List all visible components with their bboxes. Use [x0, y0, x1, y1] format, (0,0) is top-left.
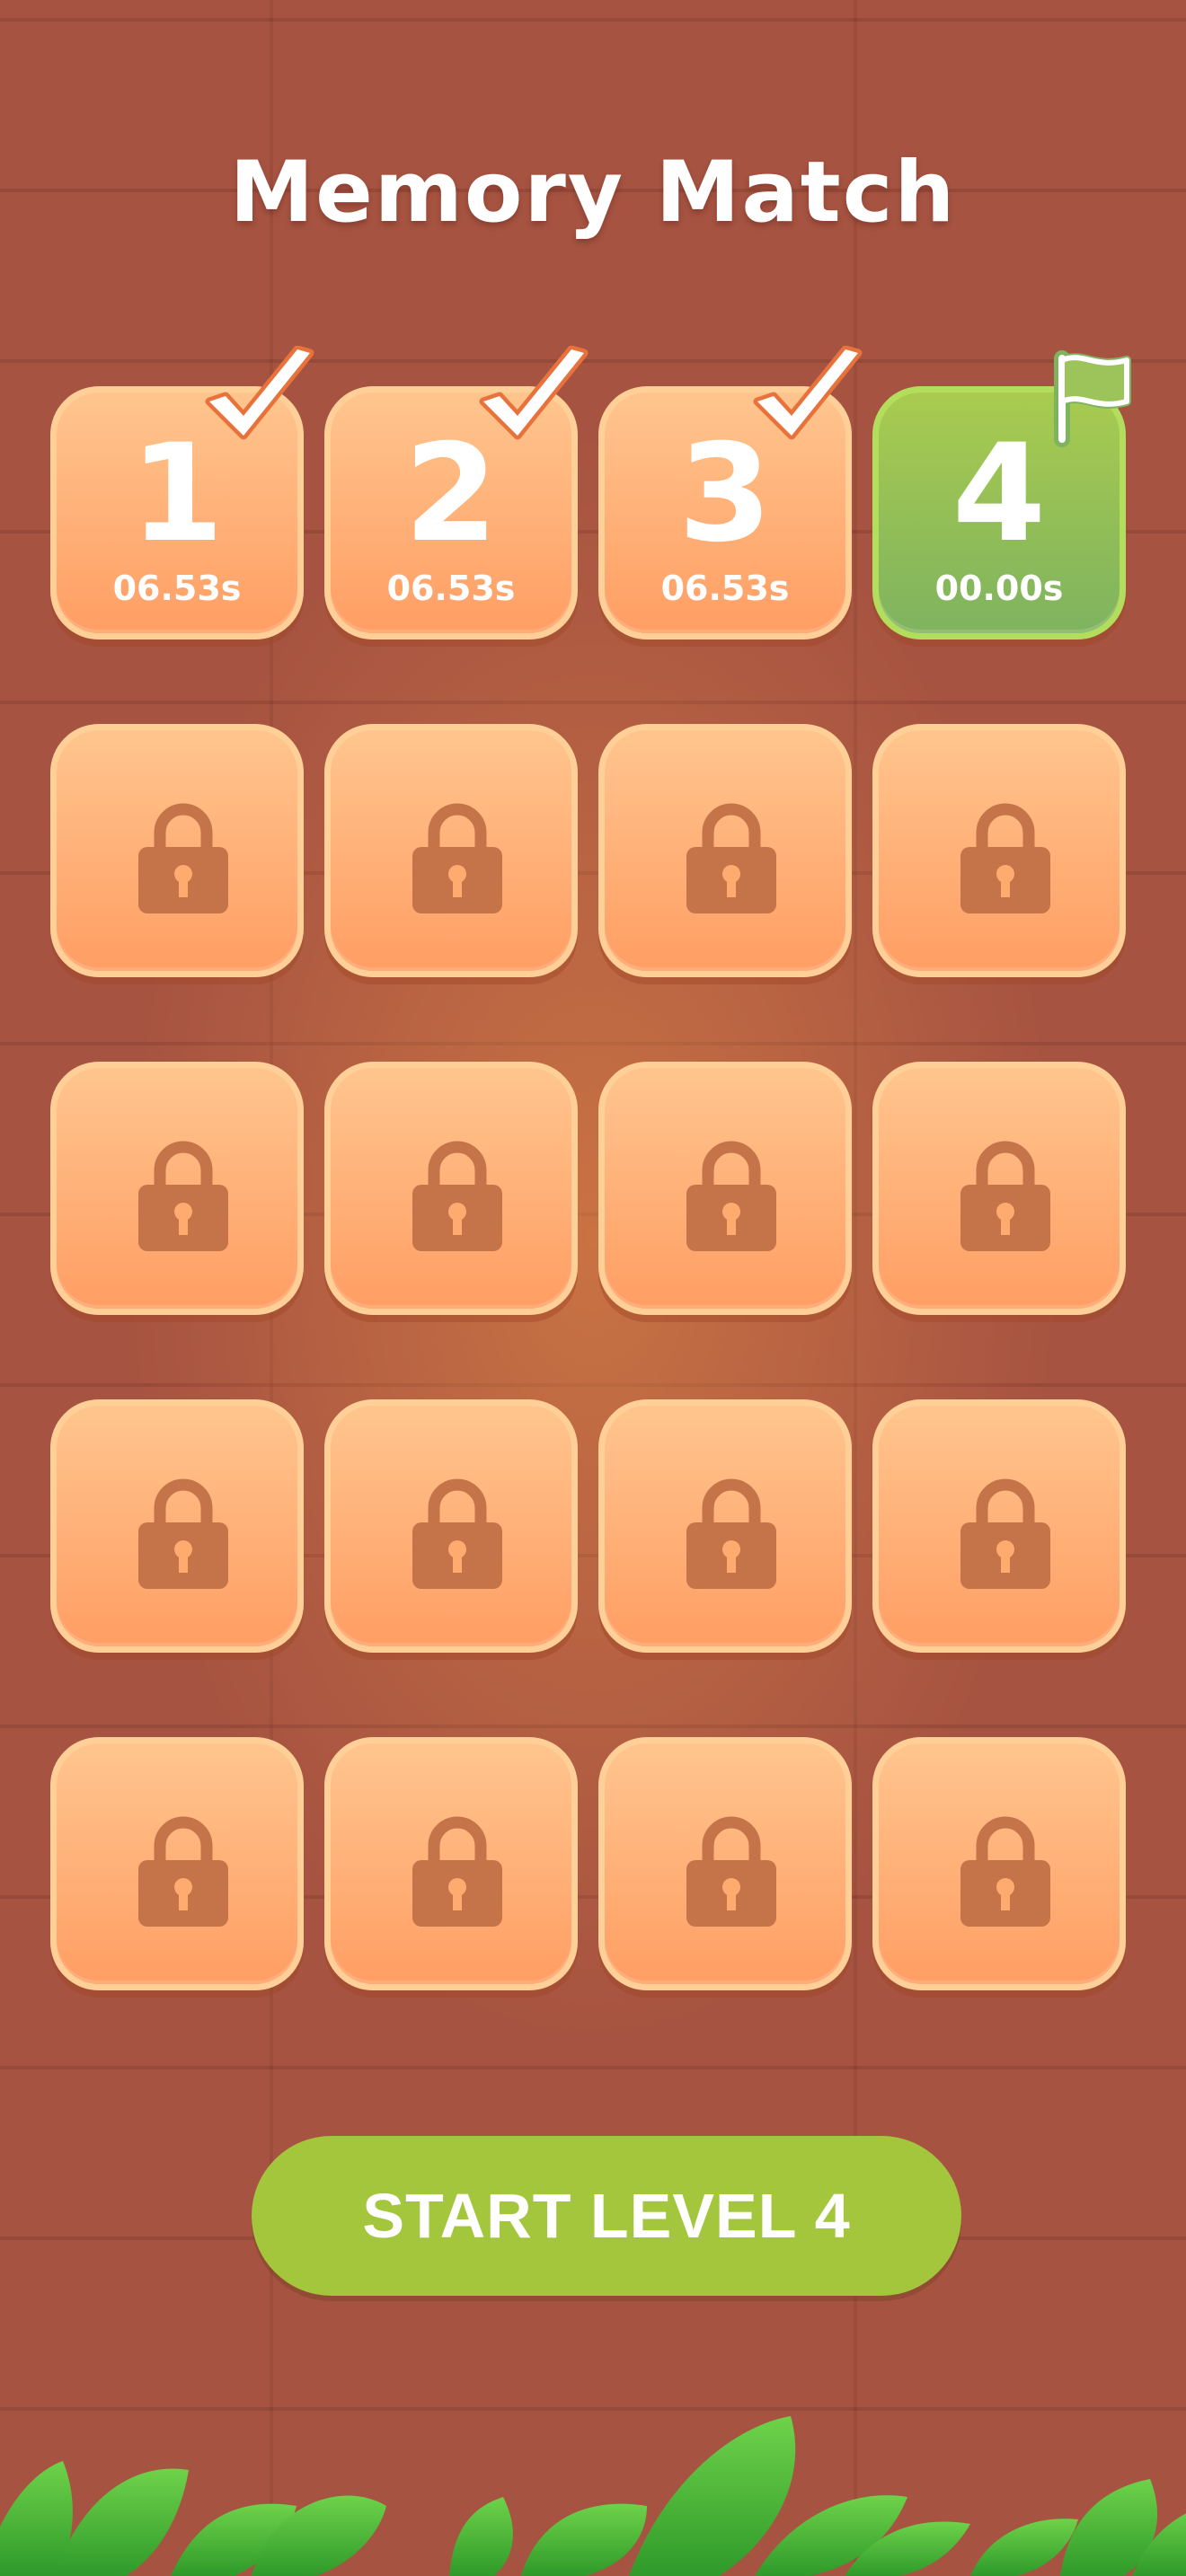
level-time: 06.53s — [386, 569, 516, 608]
checkmark-icon — [479, 346, 589, 440]
lock-icon — [412, 1141, 502, 1251]
lock-icon — [412, 803, 502, 913]
level-tile-2[interactable]: 2 06.53s — [324, 346, 589, 640]
level-tile-3[interactable]: 3 06.53s — [598, 346, 863, 640]
level-tile-locked[interactable] — [872, 724, 1126, 977]
level-tile-locked[interactable] — [872, 1737, 1126, 1990]
leaves-decoration — [0, 2416, 1186, 2576]
lock-icon — [686, 803, 776, 913]
level-tile-1[interactable]: 1 06.53s — [50, 346, 314, 640]
level-tile-locked[interactable] — [324, 1737, 578, 1990]
lock-icon — [686, 1816, 776, 1927]
level-tile-locked[interactable] — [598, 1062, 852, 1315]
level-tile-locked[interactable] — [324, 1399, 578, 1653]
checkmark-icon — [205, 346, 314, 440]
lock-icon — [412, 1816, 502, 1927]
lock-icon — [960, 803, 1050, 913]
level-tile-locked[interactable] — [598, 724, 852, 977]
level-tile-locked[interactable] — [598, 1737, 852, 1990]
level-tile-locked[interactable] — [50, 1737, 304, 1990]
level-tile-locked[interactable] — [872, 1062, 1126, 1315]
level-tile-4[interactable]: 4 00.00s — [872, 350, 1131, 640]
lock-icon — [138, 1478, 228, 1589]
lock-icon — [960, 1478, 1050, 1589]
level-tile-locked[interactable] — [50, 1062, 304, 1315]
lock-icon — [686, 1478, 776, 1589]
level-tile-locked[interactable] — [324, 1062, 578, 1315]
lock-icon — [138, 1816, 228, 1927]
start-level-button[interactable]: START LEVEL 4 — [252, 2136, 961, 2296]
level-tile-locked[interactable] — [872, 1399, 1126, 1653]
lock-icon — [960, 1141, 1050, 1251]
checkmark-icon — [753, 346, 863, 440]
flag-icon — [1054, 350, 1131, 447]
page-title: Memory Match — [229, 144, 957, 242]
lock-icon — [686, 1141, 776, 1251]
level-time: 00.00s — [934, 569, 1064, 608]
level-tile-locked[interactable] — [50, 1399, 304, 1653]
lock-icon — [138, 1141, 228, 1251]
lock-icon — [412, 1478, 502, 1589]
lock-icon — [138, 803, 228, 913]
level-grid: 1 06.53s 2 06.53s 3 06.53s 4 00.00s — [50, 346, 1131, 1990]
start-level-label: START LEVEL 4 — [362, 2181, 851, 2251]
level-time: 06.53s — [660, 569, 790, 608]
level-time: 06.53s — [112, 569, 242, 608]
lock-icon — [960, 1816, 1050, 1927]
level-tile-locked[interactable] — [324, 724, 578, 977]
level-tile-locked[interactable] — [598, 1399, 852, 1653]
level-tile-locked[interactable] — [50, 724, 304, 977]
